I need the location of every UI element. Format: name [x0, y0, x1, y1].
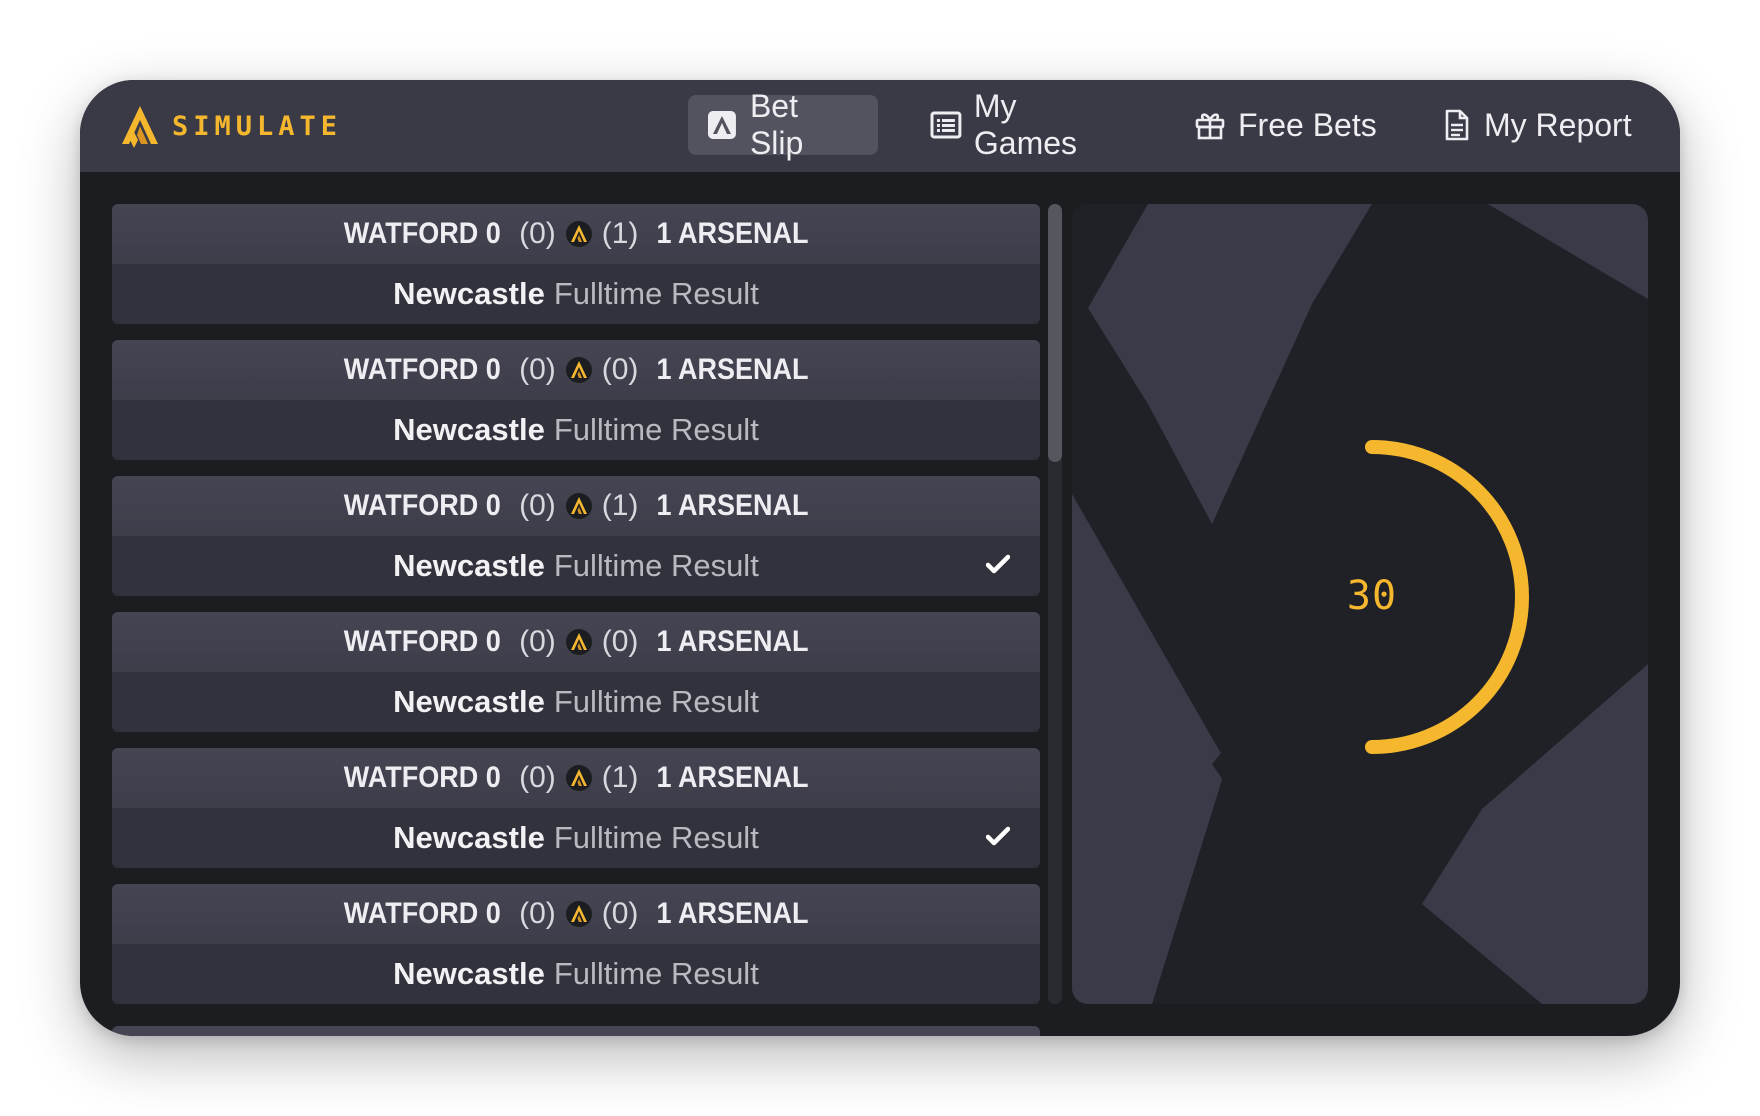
home-team-score: WATFORD 0	[343, 761, 501, 794]
nav-my-games[interactable]: My Games	[912, 88, 1146, 161]
scrollbar-thumb[interactable]	[1048, 204, 1062, 462]
selection-row: Newcastle Fulltime Result	[112, 672, 1040, 732]
home-team-score: WATFORD 0	[343, 897, 501, 930]
away-halftime-score: (1)	[601, 217, 639, 250]
selection-market: Fulltime Result	[553, 684, 759, 719]
selection-club: Newcastle	[393, 684, 545, 719]
gift-icon	[1195, 113, 1225, 140]
match-score-row: WATFORD 0 (0) (0) 1 ARSENAL	[112, 612, 1040, 672]
away-team-score: 1 ARSENAL	[656, 625, 809, 658]
nav-my-games-label: My Games	[973, 88, 1078, 161]
home-team-score: WATFORD 0	[343, 489, 501, 522]
match-score-row: WATFORD 0 (0) (1) 1 ARSENAL	[112, 476, 1040, 536]
nav-free-bets-label: Free Bets	[1238, 106, 1377, 143]
bet-card-partial	[112, 1026, 1040, 1036]
selection-row: Newcastle Fulltime Result	[112, 400, 1040, 460]
home-team-score: WATFORD 0	[343, 217, 501, 250]
home-halftime-score: (0)	[519, 761, 556, 794]
home-halftime-score: (0)	[519, 897, 556, 930]
match-score-row: WATFORD 0 (0) (1) 1 ARSENAL	[112, 748, 1040, 808]
simulate-badge-icon	[565, 493, 592, 519]
bet-slip-list[interactable]: WATFORD 0 (0) (1) 1 ARSENAL Newcastle Fulltim…	[112, 204, 1040, 1036]
list-icon	[930, 111, 962, 139]
countdown-value: 30	[1346, 573, 1398, 619]
logo-text: SIMULATE	[172, 110, 343, 142]
home-halftime-score: (0)	[519, 489, 556, 522]
away-team-score: 1 ARSENAL	[656, 217, 809, 250]
simulate-badge-icon	[565, 765, 592, 791]
bet-card[interactable]: WATFORD 0 (0) (0) 1 ARSENAL Newcastle Fulltim…	[112, 884, 1040, 1004]
document-icon	[1445, 109, 1469, 141]
away-halftime-score: (0)	[601, 625, 639, 658]
home-halftime-score: (0)	[519, 217, 556, 250]
nav-bet-slip[interactable]: Bet Slip	[688, 88, 878, 161]
simulation-panel: 30	[1072, 204, 1648, 1004]
bet-slip-icon	[707, 111, 736, 139]
away-halftime-score: (0)	[601, 353, 639, 386]
simulate-badge-icon	[565, 221, 592, 247]
nav-my-report-label: My Report	[1484, 106, 1632, 143]
bet-card[interactable]: WATFORD 0 (0) (1) 1 ARSENAL Newcastle Fulltim…	[112, 476, 1040, 596]
selection-club: Newcastle	[393, 276, 545, 311]
simulate-badge-icon	[565, 357, 592, 383]
selection-market: Fulltime Result	[553, 276, 759, 311]
home-team-score: WATFORD 0	[343, 353, 501, 386]
app-window: SIMULATE Bet Slip My Games Free Bets My …	[80, 80, 1680, 1036]
scrollbar[interactable]	[1048, 204, 1062, 1004]
nav-free-bets[interactable]: Free Bets	[1176, 95, 1396, 155]
selection-row: Newcastle Fulltime Result	[112, 536, 1040, 596]
simulate-logo[interactable]: SIMULATE	[120, 104, 342, 148]
away-team-score: 1 ARSENAL	[656, 353, 809, 386]
selection-market: Fulltime Result	[553, 412, 759, 447]
top-navigation-bar: SIMULATE Bet Slip My Games Free Bets My …	[80, 80, 1680, 172]
checkmark-icon	[986, 554, 1010, 574]
simulate-logo-icon	[122, 106, 158, 148]
bet-card[interactable]: WATFORD 0 (0) (1) 1 ARSENAL Newcastle Fulltim…	[112, 748, 1040, 868]
checkmark-icon	[986, 826, 1010, 846]
selection-market: Fulltime Result	[553, 548, 759, 583]
selection-row: Newcastle Fulltime Result	[112, 944, 1040, 1004]
bet-card[interactable]: WATFORD 0 (0) (0) 1 ARSENAL Newcastle Fulltim…	[112, 340, 1040, 460]
away-team-score: 1 ARSENAL	[656, 761, 809, 794]
simulate-badge-icon	[565, 629, 592, 655]
nav-my-report[interactable]: My Report	[1422, 95, 1658, 155]
selection-market: Fulltime Result	[553, 956, 759, 991]
selection-club: Newcastle	[393, 412, 545, 447]
simulate-badge-icon	[565, 901, 592, 927]
selection-club: Newcastle	[393, 548, 545, 583]
away-halftime-score: (1)	[601, 489, 639, 522]
match-score-row: WATFORD 0 (0) (0) 1 ARSENAL	[112, 340, 1040, 400]
selection-club: Newcastle	[393, 820, 545, 855]
selection-row: Newcastle Fulltime Result	[112, 264, 1040, 324]
nav-bet-slip-label: Bet Slip	[749, 88, 804, 161]
selection-row: Newcastle Fulltime Result	[112, 808, 1040, 868]
away-team-score: 1 ARSENAL	[656, 489, 809, 522]
match-score-row: WATFORD 0 (0) (0) 1 ARSENAL	[112, 884, 1040, 944]
selection-market: Fulltime Result	[553, 820, 759, 855]
bet-card[interactable]: WATFORD 0 (0) (0) 1 ARSENAL Newcastle Fulltim…	[112, 612, 1040, 732]
away-halftime-score: (0)	[601, 897, 639, 930]
selection-club: Newcastle	[393, 956, 545, 991]
home-halftime-score: (0)	[519, 353, 556, 386]
match-score-row: WATFORD 0 (0) (1) 1 ARSENAL	[112, 204, 1040, 264]
home-halftime-score: (0)	[519, 625, 556, 658]
away-team-score: 1 ARSENAL	[656, 897, 809, 930]
home-team-score: WATFORD 0	[343, 625, 501, 658]
away-halftime-score: (1)	[601, 761, 639, 794]
bet-card[interactable]: WATFORD 0 (0) (1) 1 ARSENAL Newcastle Fulltim…	[112, 204, 1040, 324]
